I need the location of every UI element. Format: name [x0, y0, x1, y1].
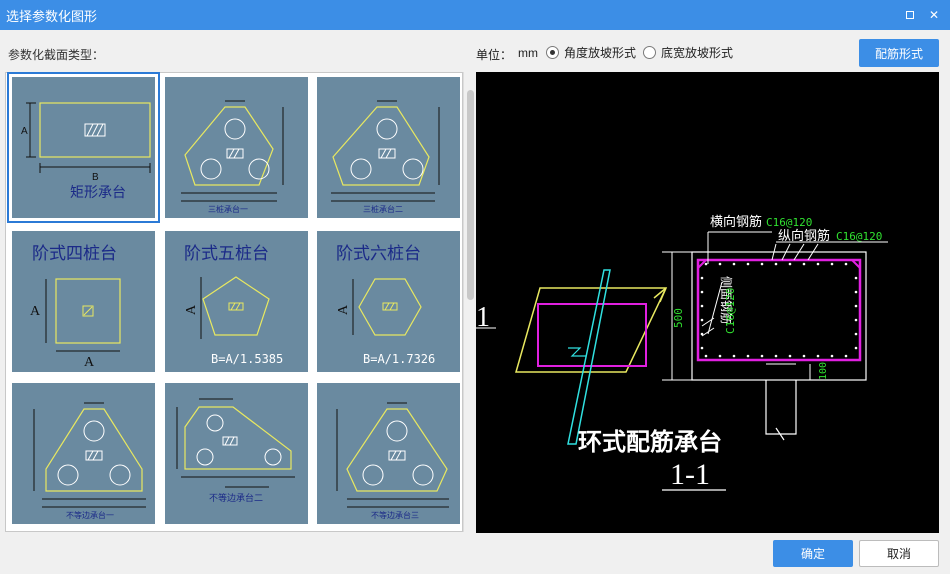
radio-angle-slope-label: 角度放坡形式: [564, 46, 637, 60]
section-type-label: 参数化截面类型：: [8, 48, 105, 62]
shape-caption: 三桩承台一: [208, 204, 248, 214]
hatch-icon: [228, 302, 244, 311]
hatch-icon: [382, 302, 398, 311]
dim-b-label: A: [84, 355, 95, 370]
step5-shape-drawing: 阶式五桩台 A B=A/1.5385: [184, 244, 283, 366]
shape-caption: 阶式六桩台: [336, 244, 421, 263]
shape-caption: 不等边承台三: [371, 510, 419, 520]
hatch-icon: [388, 450, 406, 461]
shape-cell-step6[interactable]: 阶式六桩台 A B=A/1.7326: [317, 231, 460, 372]
shape-cell-step5[interactable]: 阶式五桩台 A B=A/1.5385: [165, 231, 308, 372]
rebar-form-button[interactable]: 配筋形式: [859, 39, 939, 67]
maximize-icon[interactable]: [902, 7, 918, 23]
hatch-icon: [378, 148, 396, 159]
preview-section-label: 1-1: [670, 458, 710, 491]
radio-width-slope-label: 底宽放坡形式: [661, 46, 734, 60]
hatch-icon: [84, 123, 106, 137]
unit-value: mm: [518, 46, 538, 60]
shape-formula: B=A/1.5385: [211, 352, 283, 366]
shape-caption: 三桩承台二: [363, 204, 403, 214]
shape-formula: B=A/1.7326: [363, 352, 435, 366]
shape-cell-uneq2[interactable]: 不等边承台二: [165, 383, 308, 524]
tri1-shape-drawing: 三桩承台一: [181, 100, 284, 214]
shape-caption: 阶式五桩台: [184, 244, 269, 263]
step4-shape-drawing: 阶式四桩台 A A: [30, 244, 121, 370]
hatch-icon: [85, 450, 103, 461]
shape-cell-uneq3[interactable]: 不等边承台三: [317, 383, 460, 524]
shape-caption: 不等边承台二: [209, 492, 263, 503]
side-rebar-spec: C16@120: [724, 288, 737, 334]
shape-cell-tri1[interactable]: 三桩承台一: [165, 77, 308, 218]
radio-dot-checked[interactable]: [546, 46, 559, 59]
close-icon[interactable]: ✕: [926, 7, 942, 23]
unit-label: 单位：: [476, 48, 513, 62]
shape-cell-tri2[interactable]: 三桩承台二: [317, 77, 460, 218]
longitudinal-rebar-label: 纵向钢筋: [778, 228, 830, 243]
shape-grid: A B 矩形承台 三桩承台一 三桩承台二 阶式四桩台 A A 阶式五桩台 A B…: [5, 72, 463, 532]
shape-grid-scrollbar[interactable]: [463, 72, 476, 532]
shape-cell-step4[interactable]: 阶式四桩台 A A: [12, 231, 155, 372]
scroll-thumb[interactable]: [467, 90, 474, 300]
preview-title: 环式配筋承台: [578, 428, 722, 456]
dim-b-label: B: [92, 172, 99, 183]
cancel-button[interactable]: 取消: [859, 540, 939, 567]
dialog-footer: 确定 取消: [0, 533, 950, 574]
dim-a-label: A: [336, 304, 351, 315]
title-bar: 选择参数化图形 ✕: [0, 0, 950, 30]
dim-100: 100: [818, 362, 829, 380]
rect-shape-drawing: A B 矩形承台: [21, 102, 151, 200]
radio-dot[interactable]: [643, 46, 656, 59]
hatch-icon: [222, 436, 238, 446]
hatch-icon: [82, 305, 94, 317]
uneq1-shape-drawing: 不等边承台一: [33, 402, 146, 520]
shape-caption: 不等边承台一: [66, 510, 114, 520]
radio-angle-slope[interactable]: 角度放坡形式: [546, 44, 636, 61]
dim-a-label: A: [184, 304, 199, 315]
pile-outline: [567, 269, 611, 445]
radio-width-slope[interactable]: 底宽放坡形式: [643, 44, 733, 61]
window-title: 选择参数化图形: [6, 8, 98, 24]
shape-cell-rect[interactable]: A B 矩形承台: [7, 72, 160, 223]
hatch-icon: [226, 148, 244, 159]
tri2-shape-drawing: 三桩承台二: [331, 100, 440, 214]
dim-500: 500: [672, 308, 685, 328]
preview-canvas: 1 横向钢筋 C16@120 纵向钢筋 C16@120 侧面钢筋 C16@120…: [476, 72, 939, 533]
shape-caption: 阶式四桩台: [32, 244, 117, 263]
step6-shape-drawing: 阶式六桩台 A B=A/1.7326: [336, 244, 435, 366]
dim-a-label: A: [21, 126, 28, 137]
shape-cell-uneq1[interactable]: 不等边承台一: [12, 383, 155, 524]
rebar-ring: [537, 303, 647, 367]
uneq3-shape-drawing: 不等边承台三: [336, 402, 449, 520]
toolbar: 参数化截面类型： 单位： mm 角度放坡形式 底宽放坡形式 配筋形式: [0, 30, 950, 72]
transverse-rebar-label: 横向钢筋: [710, 214, 762, 229]
shape-caption: 矩形承台: [70, 184, 126, 200]
dim-a-label: A: [30, 304, 41, 319]
uneq2-shape-drawing: 不等边承台二: [176, 398, 295, 503]
ok-button[interactable]: 确定: [773, 540, 853, 567]
preview-drawing: 1 横向钢筋 C16@120 纵向钢筋 C16@120 侧面钢筋 C16@120…: [476, 214, 888, 491]
longitudinal-rebar-spec: C16@120: [836, 230, 882, 243]
